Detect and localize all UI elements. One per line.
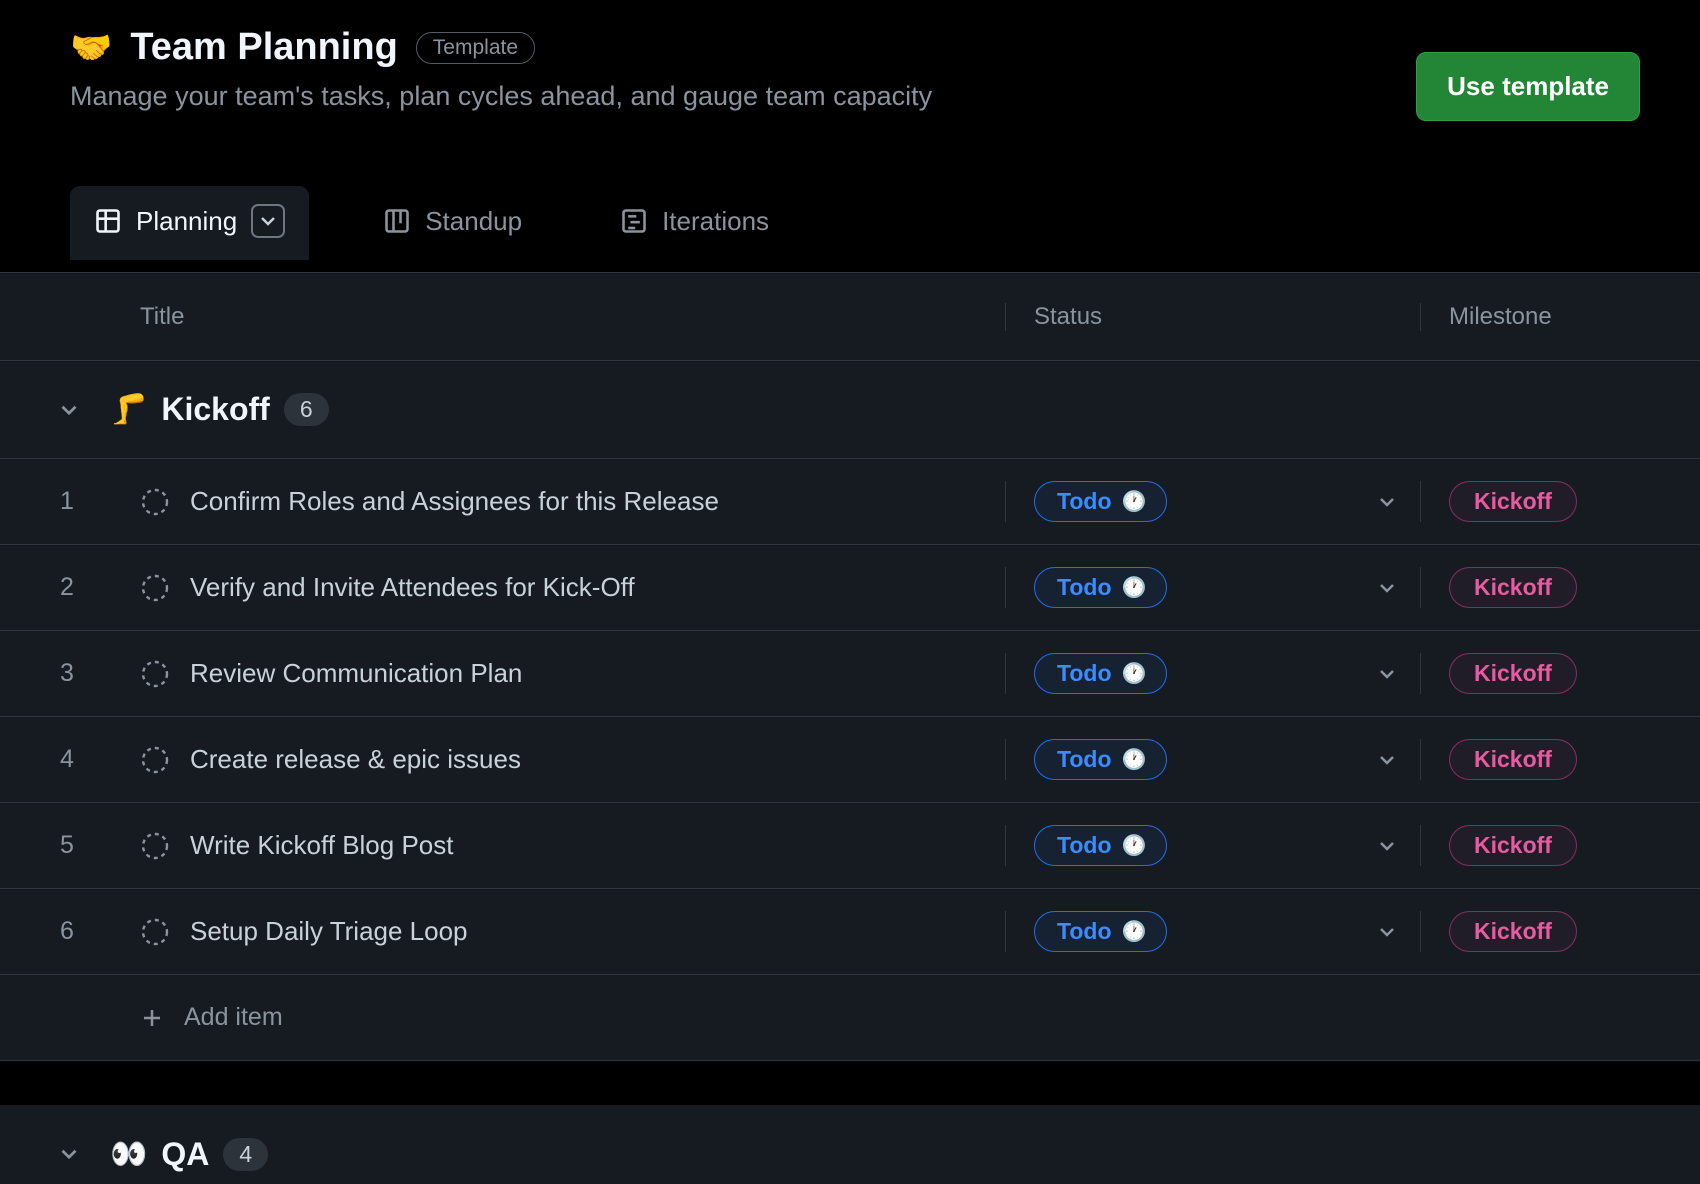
status-dropdown-caret-icon[interactable] [1378, 668, 1396, 680]
table-row[interactable]: 4 Create release & epic issues Todo🕐 Kic… [0, 717, 1700, 803]
status-dropdown-caret-icon[interactable] [1378, 754, 1396, 766]
group-title: 👀 QA 4 [110, 1136, 268, 1173]
column-header-title[interactable]: Title [0, 303, 1005, 331]
milestone-pill[interactable]: Kickoff [1449, 825, 1577, 866]
row-index: 1 [60, 487, 74, 516]
chevron-down-icon [56, 397, 82, 423]
row-index: 5 [60, 831, 74, 860]
clock-icon: 🕐 [1122, 575, 1147, 600]
table-icon [94, 207, 122, 235]
status-dropdown-caret-icon[interactable] [1378, 840, 1396, 852]
status-pill[interactable]: Todo🕐 [1034, 653, 1167, 694]
status-label: Todo [1057, 488, 1112, 515]
tab-label: Planning [136, 206, 237, 237]
clock-icon: 🕐 [1122, 661, 1147, 686]
clock-icon: 🕐 [1122, 489, 1147, 514]
group-separator [0, 1061, 1700, 1105]
planning-table: Title Status Milestone 🦵 Kickoff 6 1 Con… [0, 272, 1700, 1184]
item-title[interactable]: Review Communication Plan [190, 658, 522, 689]
table-row[interactable]: 1 Confirm Roles and Assignees for this R… [0, 459, 1700, 545]
group-header-qa[interactable]: 👀 QA 4 [0, 1105, 1700, 1184]
tab-standup[interactable]: Standup [359, 188, 546, 259]
roadmap-icon [620, 207, 648, 235]
status-dropdown-caret-icon[interactable] [1378, 926, 1396, 938]
clock-icon: 🕐 [1122, 833, 1147, 858]
milestone-pill[interactable]: Kickoff [1449, 653, 1577, 694]
item-title[interactable]: Create release & epic issues [190, 744, 521, 775]
plus-icon [140, 1006, 164, 1030]
table-row[interactable]: 3 Review Communication Plan Todo🕐 Kickof… [0, 631, 1700, 717]
group-count-badge: 6 [284, 393, 329, 426]
page-title: Team Planning [130, 26, 397, 69]
tab-iterations[interactable]: Iterations [596, 188, 793, 259]
milestone-pill[interactable]: Kickoff [1449, 911, 1577, 952]
status-pill[interactable]: Todo🕐 [1034, 567, 1167, 608]
item-title[interactable]: Verify and Invite Attendees for Kick-Off [190, 572, 635, 603]
group-title-text: QA [161, 1136, 209, 1173]
column-header-milestone[interactable]: Milestone [1420, 303, 1700, 331]
clock-icon: 🕐 [1122, 747, 1147, 772]
chevron-down-icon [56, 1141, 82, 1167]
tab-options-dropdown[interactable] [251, 204, 285, 238]
item-title[interactable]: Setup Daily Triage Loop [190, 916, 468, 947]
group-emoji-icon: 👀 [110, 1137, 147, 1172]
board-icon [383, 207, 411, 235]
group-title: 🦵 Kickoff 6 [110, 391, 329, 428]
group-title-text: Kickoff [161, 391, 269, 428]
draft-issue-icon [140, 745, 170, 775]
tab-label: Iterations [662, 206, 769, 237]
group-emoji-icon: 🦵 [110, 392, 147, 427]
tab-planning[interactable]: Planning [70, 186, 309, 260]
status-dropdown-caret-icon[interactable] [1378, 582, 1396, 594]
column-header-status[interactable]: Status [1005, 303, 1420, 331]
group-header-kickoff[interactable]: 🦵 Kickoff 6 [0, 361, 1700, 459]
item-title[interactable]: Confirm Roles and Assignees for this Rel… [190, 486, 719, 517]
status-pill[interactable]: Todo 🕐 [1034, 481, 1167, 522]
milestone-pill[interactable]: Kickoff [1449, 567, 1577, 608]
status-pill[interactable]: Todo🕐 [1034, 739, 1167, 780]
draft-issue-icon [140, 487, 170, 517]
table-row[interactable]: 2 Verify and Invite Attendees for Kick-O… [0, 545, 1700, 631]
view-tabs: Planning Standup Iterations [70, 186, 793, 260]
clock-icon: 🕐 [1122, 919, 1147, 944]
status-dropdown-caret-icon[interactable] [1378, 496, 1396, 508]
title-emoji-icon: 🤝 [70, 31, 112, 65]
page-title-row: 🤝 Team Planning Template [70, 26, 932, 69]
draft-issue-icon [140, 573, 170, 603]
template-badge: Template [416, 32, 535, 64]
row-index: 2 [60, 573, 74, 602]
milestone-pill[interactable]: Kickoff [1449, 481, 1577, 522]
draft-issue-icon [140, 831, 170, 861]
group-count-badge: 4 [223, 1138, 268, 1171]
milestone-pill[interactable]: Kickoff [1449, 739, 1577, 780]
table-row[interactable]: 5 Write Kickoff Blog Post Todo🕐 Kickoff [0, 803, 1700, 889]
draft-issue-icon [140, 917, 170, 947]
row-index: 4 [60, 745, 74, 774]
page-subtitle: Manage your team's tasks, plan cycles ah… [70, 81, 932, 112]
use-template-button[interactable]: Use template [1416, 52, 1640, 121]
tab-label: Standup [425, 206, 522, 237]
item-title[interactable]: Write Kickoff Blog Post [190, 830, 453, 861]
add-item-label: Add item [184, 1003, 283, 1032]
row-index: 6 [60, 917, 74, 946]
status-pill[interactable]: Todo🕐 [1034, 911, 1167, 952]
status-pill[interactable]: Todo🕐 [1034, 825, 1167, 866]
column-header-row: Title Status Milestone [0, 273, 1700, 361]
draft-issue-icon [140, 659, 170, 689]
add-item-button[interactable]: Add item [0, 975, 1700, 1061]
row-index: 3 [60, 659, 74, 688]
table-row[interactable]: 6 Setup Daily Triage Loop Todo🕐 Kickoff [0, 889, 1700, 975]
